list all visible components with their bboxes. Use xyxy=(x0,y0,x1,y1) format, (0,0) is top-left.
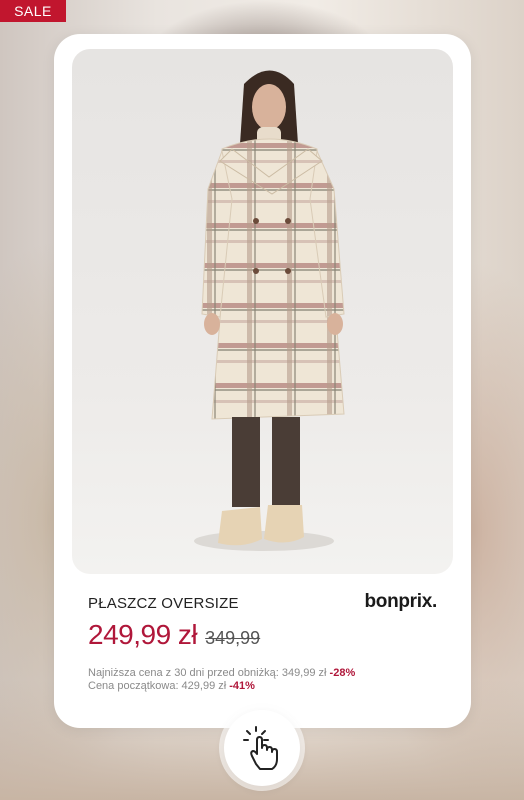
hand-tap-icon xyxy=(243,726,278,770)
product-name[interactable]: PŁASZCZ OVERSIZE xyxy=(88,595,239,612)
initial-price-discount: -41% xyxy=(229,680,255,692)
initial-price-text: Cena początkowa: 429,99 zł xyxy=(88,680,230,692)
tap-button[interactable] xyxy=(224,710,300,786)
sale-price: 249,99 zł xyxy=(88,619,198,650)
price-info: Najniższa cena z 30 dni przed obniżką: 3… xyxy=(88,667,355,693)
lowest-price-discount: -28% xyxy=(329,667,356,679)
price-row: 249,99 zł 349,99 xyxy=(88,619,260,651)
lowest-price-text: Najniższa cena z 30 dni przed obniżką: 3… xyxy=(88,667,330,679)
brand-logo: bonprix. xyxy=(364,591,437,612)
old-price: 349,99 xyxy=(205,628,261,648)
product-image[interactable] xyxy=(72,49,453,574)
sale-badge: SALE xyxy=(0,0,66,22)
initial-price-line: Cena początkowa: 429,99 zł -41% xyxy=(88,680,355,693)
product-card[interactable]: PŁASZCZ OVERSIZE bonprix. 249,99 zł 349,… xyxy=(54,34,471,728)
lowest-price-line: Najniższa cena z 30 dni przed obniżką: 3… xyxy=(88,667,355,680)
coat-model-illustration xyxy=(194,70,345,551)
